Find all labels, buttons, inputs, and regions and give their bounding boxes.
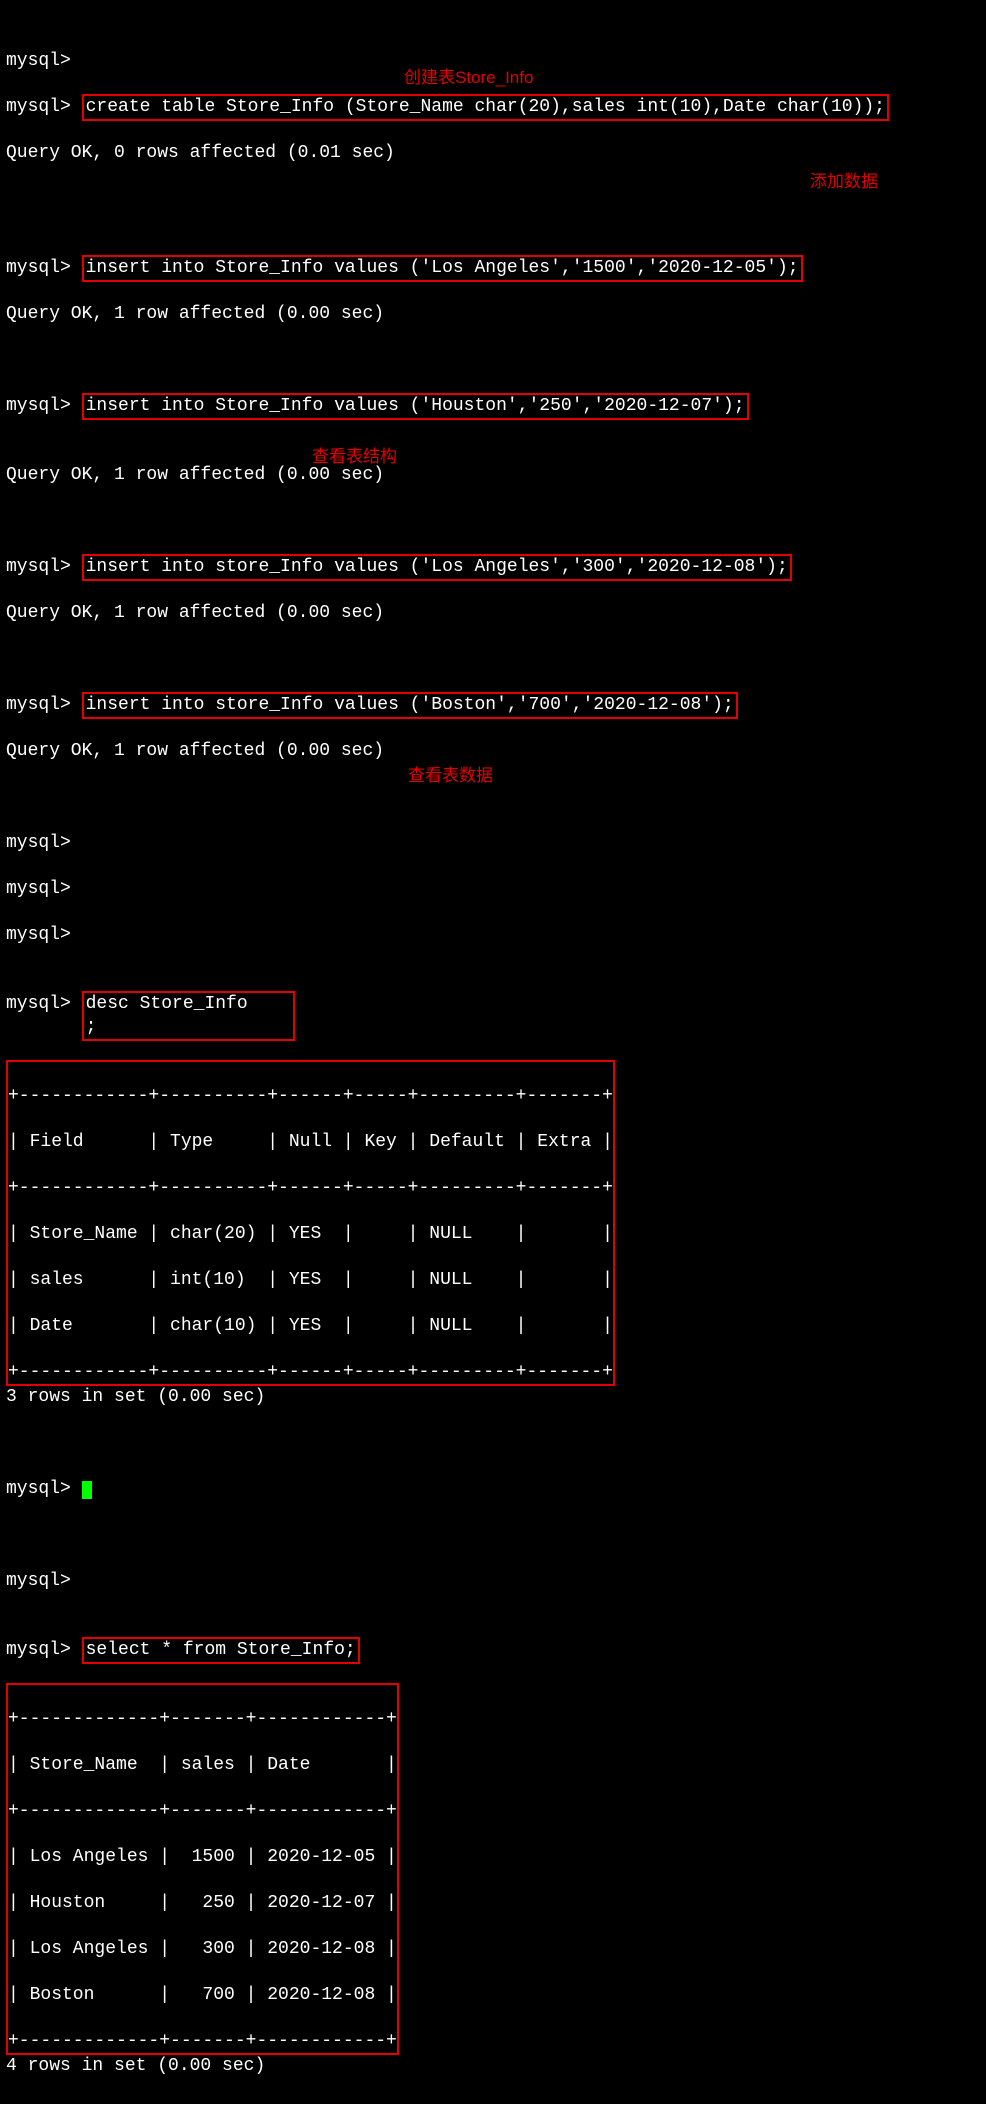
table-row: | Los Angeles | 300 | 2020-12-08 | [8, 1938, 397, 1961]
cmd-insert-4: insert into store_Info values ('Boston',… [82, 692, 738, 719]
cmd-insert-3: insert into store_Info values ('Los Ange… [82, 554, 792, 581]
table-sep: +-------------+-------+------------+ [8, 2030, 397, 2053]
query-response: Query OK, 1 row affected (0.00 sec) [6, 464, 980, 487]
cmd-insert-1: insert into Store_Info values ('Los Ange… [82, 255, 803, 282]
table-header: | Store_Name | sales | Date | [8, 1754, 397, 1777]
prompt: mysql> [6, 1479, 71, 1499]
prompt: mysql> [6, 396, 71, 416]
prompt: mysql> [6, 97, 71, 117]
prompt: mysql> [6, 695, 71, 715]
table-sep: +-------------+-------+------------+ [8, 1708, 397, 1731]
annotation-create-table: 创建表Store_Info [404, 66, 533, 89]
table-sep: +------------+----------+------+-----+--… [8, 1177, 613, 1200]
prompt: mysql> [6, 833, 71, 853]
cmd-create-table: create table Store_Info (Store_Name char… [82, 94, 889, 121]
table-row: | sales | int(10) | YES | | NULL | | [8, 1269, 613, 1292]
cmd-desc: desc Store_Info ; [82, 991, 295, 1041]
table-sep: +------------+----------+------+-----+--… [8, 1085, 613, 1108]
cmd-select: select * from Store_Info; [82, 1637, 360, 1664]
prompt: mysql> [6, 925, 71, 945]
table-row: | Store_Name | char(20) | YES | | NULL |… [8, 1223, 613, 1246]
table-row: | Houston | 250 | 2020-12-07 | [8, 1892, 397, 1915]
cursor-icon [82, 1481, 92, 1499]
prompt: mysql> [6, 879, 71, 899]
query-response: Query OK, 0 rows affected (0.01 sec) [6, 142, 980, 165]
terminal-screen[interactable]: mysql> mysql> create table Store_Info (S… [0, 0, 986, 2104]
query-response: Query OK, 1 row affected (0.00 sec) [6, 740, 980, 763]
annotation-add-data: 添加数据 [810, 170, 878, 193]
prompt: mysql> [6, 557, 71, 577]
prompt: mysql> [6, 1571, 71, 1591]
prompt: mysql> [6, 994, 71, 1014]
annotation-view-data: 查看表数据 [408, 764, 493, 787]
table-sep: +-------------+-------+------------+ [8, 1800, 397, 1823]
prompt: mysql> [6, 258, 71, 278]
query-response: Query OK, 1 row affected (0.00 sec) [6, 602, 980, 625]
table-header: | Field | Type | Null | Key | Default | … [8, 1131, 613, 1154]
prompt: mysql> [6, 51, 71, 71]
prompt: mysql> [6, 1640, 71, 1660]
rows-in-set: 4 rows in set (0.00 sec) [6, 2055, 980, 2078]
table-row: | Los Angeles | 1500 | 2020-12-05 | [8, 1846, 397, 1869]
rows-in-set: 3 rows in set (0.00 sec) [6, 1386, 980, 1409]
query-response: Query OK, 1 row affected (0.00 sec) [6, 303, 980, 326]
annotation-view-structure: 查看表结构 [312, 445, 397, 468]
table-row: | Date | char(10) | YES | | NULL | | [8, 1315, 613, 1338]
table-row: | Boston | 700 | 2020-12-08 | [8, 1984, 397, 2007]
table-sep: +------------+----------+------+-----+--… [8, 1361, 613, 1384]
cmd-insert-2: insert into Store_Info values ('Houston'… [82, 393, 749, 420]
select-table-box: +-------------+-------+------------+ | S… [6, 1683, 399, 2055]
desc-table-box: +------------+----------+------+-----+--… [6, 1060, 615, 1386]
